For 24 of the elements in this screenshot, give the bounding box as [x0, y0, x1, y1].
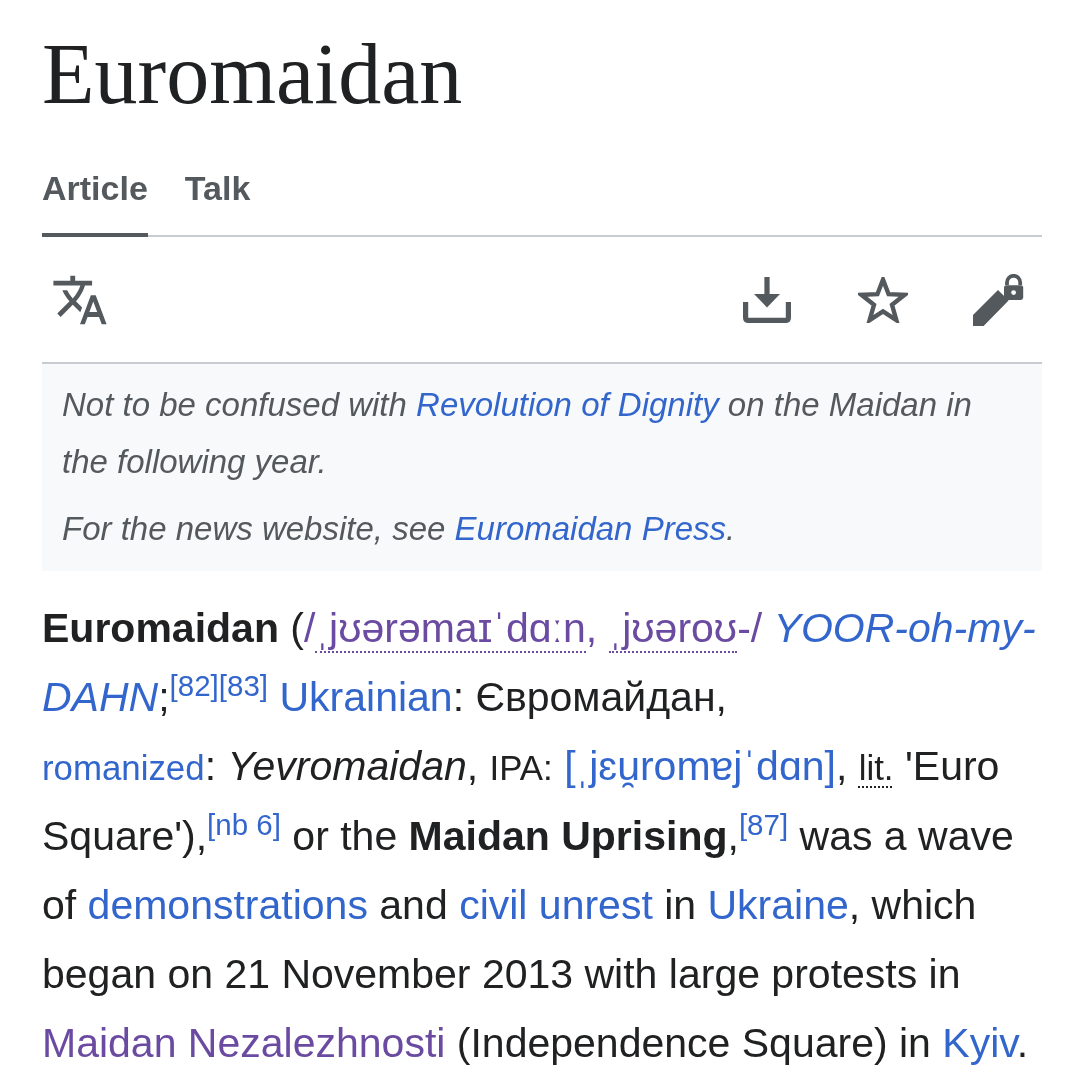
hatnote-link[interactable]: Euromaidan Press [454, 510, 726, 547]
article-link[interactable]: civil unrest [459, 882, 653, 928]
page-title: Euromaidan [42, 31, 463, 117]
hatnote-link[interactable]: Revolution of Dignity [416, 386, 719, 423]
article-link[interactable]: Ukraine [707, 882, 849, 928]
respelling-link[interactable]: DAHN [42, 674, 159, 720]
reference-link[interactable]: [82] [169, 669, 219, 703]
romanization-link[interactable]: romanized [42, 748, 205, 787]
article-paragraph: Euromaidan (/ˌjʊərəmaɪˈdɑːn, ˌjʊəroʊ-/ YOOR-oh-my- DAHN;$^{[82]}$$^{[83]}$ Ukrainian: Євромайдан, romanized: Yevromaidan, IPA: [ˌjɛu̯romɐjˈdɑn], lit. 'Euro Square'),$^{[nb 6]}$ or the Maidan Uprising,$^{[87]}$ was a wave of demonstrations and civil unrest in Ukraine, which began on 21 November 2013 with large protests in Maidan Nezalezhnosti (Independence Square) in Kyiv. [42, 604, 1037, 1068]
article-link[interactable]: Ukrainian [279, 674, 453, 720]
page-tab[interactable]: Talk [184, 154, 251, 237]
article-link[interactable]: demonstrations [87, 882, 368, 928]
hatnote-text: Not to be confused with Revolution of Dignity on the Maidan in the following year. [62, 385, 973, 482]
hatnote-text: For the news website, see Euromaidan Press. [62, 509, 737, 549]
respelling-link[interactable]: YOOR-oh-my- [773, 605, 1036, 651]
pronunciation-link[interactable]: /ˌjʊərəmaɪˈdɑːn, ˌjʊəroʊ-/ [304, 605, 763, 653]
reference-link[interactable]: [87] [738, 808, 789, 842]
article-link[interactable]: Maidan Nezalezhnosti [42, 1020, 446, 1066]
pronunciation-link[interactable]: [ˌjɛu̯romɐjˈdɑn] [564, 743, 836, 791]
article-link[interactable]: Kyiv [942, 1020, 1017, 1066]
download-icon [743, 276, 791, 323]
reference-link[interactable]: [nb 6] [207, 808, 281, 842]
page-tab[interactable]: Article [42, 154, 148, 237]
reference-link[interactable]: [83] [218, 669, 269, 703]
